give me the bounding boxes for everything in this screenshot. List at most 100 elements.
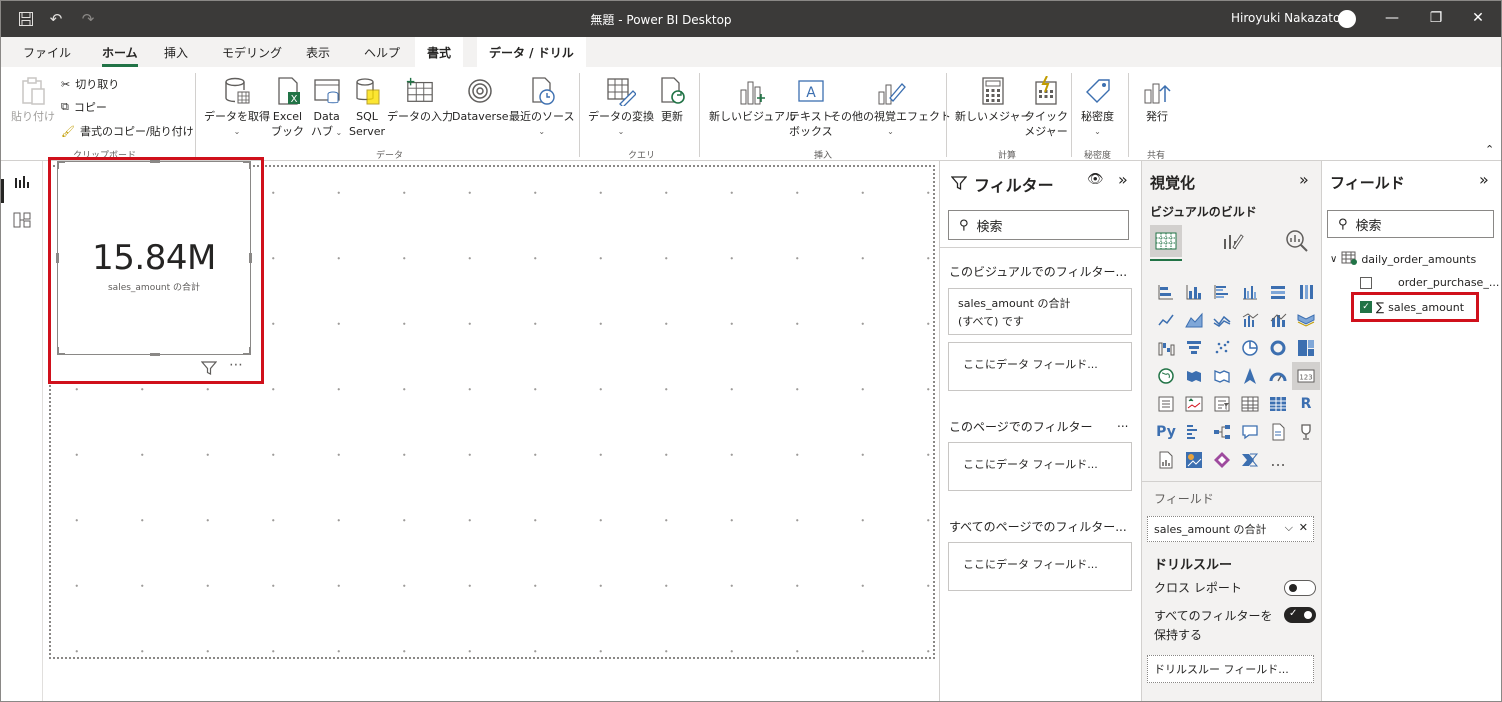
tab-insert[interactable]: 挿入 [164, 44, 188, 61]
collapse-pane-icon[interactable]: » [1299, 170, 1309, 189]
tab-format[interactable]: 書式 [415, 37, 464, 67]
map-icon[interactable] [1152, 362, 1180, 390]
field-checkbox[interactable] [1360, 276, 1372, 289]
keep-filters-toggle[interactable]: ✓ [1284, 607, 1316, 623]
collapse-pane-icon[interactable]: » [1118, 170, 1128, 189]
slicer-icon[interactable] [1208, 390, 1236, 418]
kpi-icon[interactable] [1180, 390, 1208, 418]
more-visuals-icon[interactable]: ... [1264, 446, 1292, 474]
remove-field-icon[interactable]: ✕ [1299, 521, 1308, 534]
report-view-icon[interactable] [11, 171, 33, 193]
filter-card-sales-amount[interactable]: sales_amount の合計 (すべて) です [948, 288, 1132, 335]
tab-help[interactable]: ヘルプ [364, 44, 400, 61]
cross-report-toggle[interactable] [1284, 580, 1316, 596]
drop-field-visual[interactable]: ここにデータ フィールド... [948, 342, 1132, 391]
user-name[interactable]: Hiroyuki Nakazato [1231, 11, 1340, 25]
100-stacked-bar-icon[interactable] [1264, 278, 1292, 306]
eye-icon[interactable]: 👁 [1087, 172, 1104, 187]
paginated-report-icon[interactable] [1152, 446, 1180, 474]
get-data-button[interactable]: データを取得 ⌄ [204, 75, 270, 139]
tab-data-drill[interactable]: データ / ドリル [477, 37, 586, 67]
stacked-column-chart-icon[interactable] [1180, 278, 1208, 306]
tab-view[interactable]: 表示 [306, 44, 330, 61]
drop-field-all-pages[interactable]: ここにデータ フィールド... [948, 542, 1132, 591]
sql-server-button[interactable]: SQL Server [349, 75, 385, 139]
clustered-column-chart-icon[interactable] [1236, 278, 1264, 306]
power-automate-icon[interactable] [1236, 446, 1264, 474]
textbox-button[interactable]: A テキスト ボックス [789, 75, 833, 139]
card-icon[interactable]: 123 [1292, 362, 1320, 390]
more-options-icon[interactable]: ... [1117, 416, 1128, 430]
fields-search[interactable]: ⚲ 検索 [1327, 210, 1494, 238]
build-visual-tab[interactable] [1150, 225, 1182, 257]
excel-workbook-button[interactable]: X Excel ブック [271, 75, 304, 139]
more-visuals-button[interactable]: その他の視覚エフェクト ⌄ [830, 75, 951, 139]
transform-data-button[interactable]: データの変換 ⌄ [588, 75, 654, 139]
clustered-bar-chart-icon[interactable] [1208, 278, 1236, 306]
quick-measure-button[interactable]: クイック メジャー [1024, 75, 1068, 139]
new-measure-button[interactable]: 新しいメジャー [955, 75, 1031, 124]
table-daily-order-amounts[interactable]: ∨ daily_order_amounts [1330, 251, 1476, 268]
line-chart-icon[interactable] [1152, 306, 1180, 334]
refresh-button[interactable]: 更新 [657, 75, 687, 124]
fields-well-item[interactable]: sales_amount の合計 ⌵ ✕ [1147, 516, 1314, 542]
line-clustered-column-icon[interactable] [1236, 306, 1264, 334]
dataverse-button[interactable]: Dataverse [452, 75, 509, 124]
shape-map-icon[interactable] [1208, 362, 1236, 390]
avatar[interactable] [1338, 10, 1356, 28]
filled-map-icon[interactable] [1180, 362, 1208, 390]
model-view-icon[interactable] [11, 209, 33, 231]
publish-button[interactable]: 発行 [1142, 75, 1172, 124]
collapse-pane-icon[interactable]: » [1479, 170, 1489, 189]
azure-map-icon[interactable] [1236, 362, 1264, 390]
copy-button[interactable]: ⧉ コピー [61, 99, 107, 115]
donut-chart-icon[interactable] [1264, 334, 1292, 362]
key-influencers-icon[interactable] [1180, 418, 1208, 446]
area-chart-icon[interactable] [1180, 306, 1208, 334]
stacked-bar-chart-icon[interactable] [1152, 278, 1180, 306]
narrative-icon[interactable] [1264, 418, 1292, 446]
chevron-down-icon[interactable]: ⌵ [1285, 521, 1293, 535]
minimize-icon[interactable]: — [1377, 7, 1407, 29]
r-visual-icon[interactable]: R [1292, 390, 1320, 418]
treemap-icon[interactable] [1292, 334, 1320, 362]
new-visual-button[interactable]: 新しいビジュアル [709, 75, 796, 124]
100-stacked-column-icon[interactable] [1292, 278, 1320, 306]
close-icon[interactable]: ✕ [1463, 7, 1493, 29]
matrix-icon[interactable] [1264, 390, 1292, 418]
field-order-purchase[interactable]: order_purchase_... [1360, 276, 1499, 289]
ribbon-chart-icon[interactable] [1292, 306, 1320, 334]
multi-row-card-icon[interactable] [1152, 390, 1180, 418]
cut-button[interactable]: ✂ 切り取り [61, 76, 119, 92]
funnel-icon[interactable] [1180, 334, 1208, 362]
scatter-chart-icon[interactable] [1208, 334, 1236, 362]
tab-modeling[interactable]: モデリング [222, 44, 282, 61]
python-visual-icon[interactable]: Py [1152, 418, 1180, 446]
arcgis-map-icon[interactable] [1180, 446, 1208, 474]
goals-icon[interactable] [1292, 418, 1320, 446]
drillthrough-drop[interactable]: ドリルスルー フィールド... [1147, 655, 1314, 683]
pie-chart-icon[interactable] [1236, 334, 1264, 362]
analytics-icon[interactable] [1285, 229, 1309, 257]
stacked-area-chart-icon[interactable] [1208, 306, 1236, 334]
recent-sources-button[interactable]: 最近のソース ⌄ [509, 75, 574, 139]
collapse-ribbon-icon[interactable]: ⌃ [1485, 143, 1494, 156]
sensitivity-button[interactable]: 秘密度 ⌄ [1081, 75, 1114, 139]
enter-data-button[interactable]: データの入力 [387, 75, 453, 124]
filters-search[interactable]: ⚲ 検索 [948, 210, 1129, 240]
restore-icon[interactable]: ❐ [1421, 7, 1451, 29]
tab-home[interactable]: ホーム [102, 44, 138, 67]
format-visual-icon[interactable] [1221, 229, 1245, 257]
qa-icon[interactable] [1236, 418, 1264, 446]
gauge-icon[interactable] [1264, 362, 1292, 390]
line-stacked-column-icon[interactable] [1264, 306, 1292, 334]
waterfall-chart-icon[interactable] [1152, 334, 1180, 362]
paste-button[interactable]: 貼り付け [11, 75, 55, 124]
power-apps-icon[interactable] [1208, 446, 1236, 474]
table-icon[interactable] [1236, 390, 1264, 418]
tab-file[interactable]: ファイル [23, 44, 71, 61]
drop-field-page[interactable]: ここにデータ フィールド... [948, 442, 1132, 491]
data-hub-button[interactable]: Data ハブ ⌄ [311, 75, 342, 140]
format-painter-button[interactable]: 🖌 書式のコピー/貼り付け [61, 123, 194, 139]
decomposition-tree-icon[interactable] [1208, 418, 1236, 446]
